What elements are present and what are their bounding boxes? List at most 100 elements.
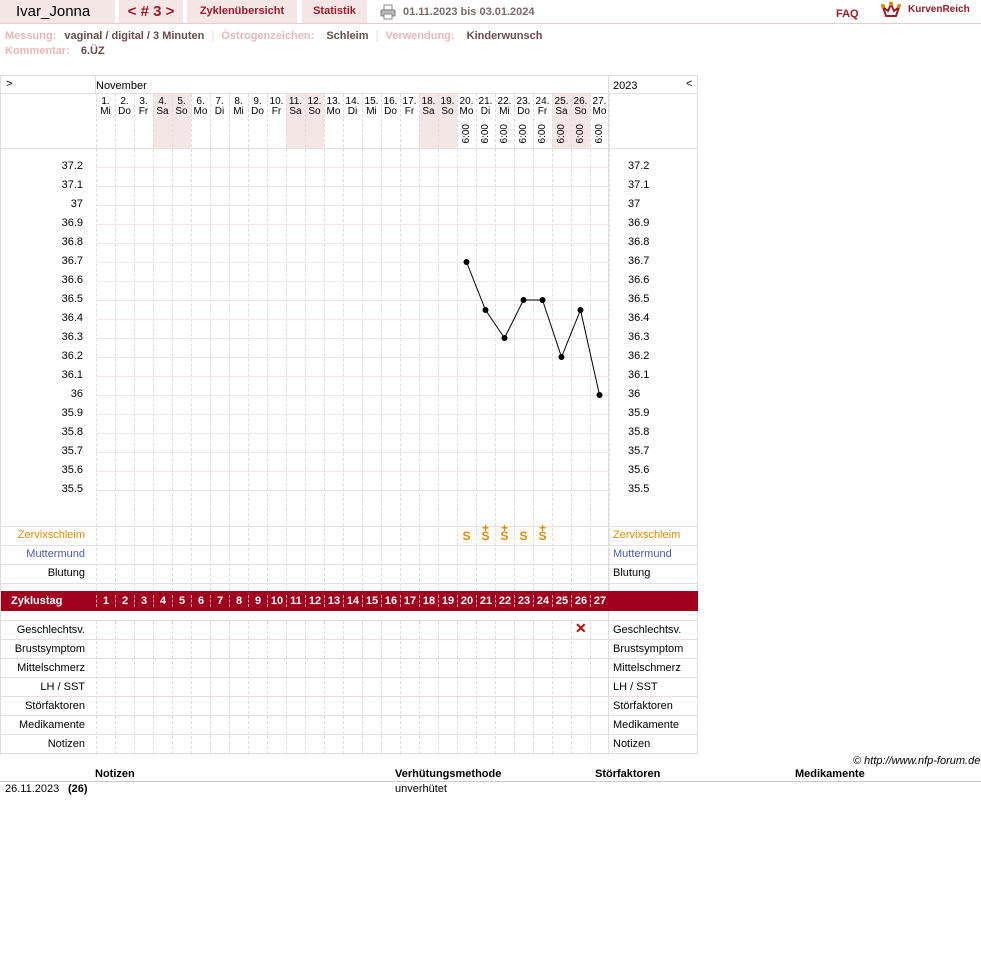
crown-icon: [880, 1, 902, 17]
measure-time: 6:00: [480, 124, 491, 144]
print-icon[interactable]: [380, 4, 396, 20]
y-tick-label-right: 36.3: [628, 331, 650, 343]
y-tick-label-right: 35.9: [628, 407, 650, 419]
cycle-day-number: 9: [248, 595, 267, 607]
cycle-day-number: 26: [571, 595, 590, 607]
verwendung-label: Verwendung:: [385, 30, 455, 42]
day-header: 5. So: [175, 96, 188, 117]
row-label-muttermund: Muttermund: [26, 548, 85, 560]
tab-statistics[interactable]: Statistik: [302, 0, 367, 23]
grid-row-line: [1, 620, 698, 621]
tab-cycle-overview[interactable]: Zyklenübersicht: [187, 0, 297, 23]
grid-column-line: [172, 94, 173, 591]
date-range: 01.11.2023 bis 03.01.2024: [403, 6, 535, 18]
grid-row-line: [1, 93, 698, 94]
temperature-gridline: [96, 433, 609, 434]
day-header: 10. Fr: [269, 96, 284, 117]
grid-row-line: [1, 526, 698, 527]
day-header: 14. Di: [345, 96, 360, 117]
temperature-gridline: [96, 471, 609, 472]
cycle-day-number: 3: [134, 595, 153, 607]
grid-column-line: [96, 94, 97, 591]
temperature-gridline: [96, 262, 609, 263]
grid-row-line: [1, 583, 698, 584]
day-header: 7. Di: [214, 96, 225, 117]
divider: [0, 781, 981, 782]
grid-column-line: [571, 94, 572, 591]
day-header: 20. Mo: [459, 96, 474, 117]
measure-time: 6:00: [499, 124, 510, 144]
y-tick-label: 36: [70, 388, 83, 400]
day-header: 13. Mo: [326, 96, 341, 117]
cycle-day-number: 5: [172, 595, 191, 607]
grid-row-line: [1, 564, 698, 565]
y-tick-label-right: 36.9: [628, 217, 650, 229]
cycle-day-number: 16: [381, 595, 400, 607]
y-tick-label: 35.9: [61, 407, 83, 419]
y-tick-label-right: 36.8: [628, 236, 650, 248]
grid-column-line: [590, 94, 591, 591]
day-header: 18. Sa: [421, 96, 436, 117]
cycle-day-number: 12: [305, 595, 324, 607]
month-label: November: [96, 80, 147, 92]
grid-column-line: [457, 94, 458, 591]
nav-next-button[interactable]: <: [686, 78, 692, 90]
temperature-point[interactable]: [482, 307, 489, 313]
y-tick-label: 36.9: [61, 217, 83, 229]
grid-column-line: [495, 94, 496, 591]
y-tick-label: 36.4: [61, 312, 83, 324]
note-date: 26.11.2023: [5, 783, 60, 795]
messung-value: vaginal / digital / 3 Minuten: [64, 30, 205, 42]
temperature-gridline: [96, 243, 609, 244]
grid-column-line: [476, 94, 477, 591]
cycle-day-number: 4: [153, 595, 172, 607]
cycle-day-number: 21: [476, 595, 495, 607]
y-tick-label: 36.2: [61, 350, 83, 362]
cycle-day-number: 19: [438, 595, 457, 607]
day-header: 6. Mo: [193, 96, 208, 117]
cycle-navigator[interactable]: < # 3 >: [119, 0, 183, 23]
brand-logo[interactable]: KurvenReich: [880, 1, 981, 21]
temperature-gridline: [96, 357, 609, 358]
measure-time: 6:00: [461, 124, 472, 144]
row-label-stoerfaktoren: Störfaktoren: [25, 700, 85, 712]
cycle-day-number: 8: [229, 595, 248, 607]
row-label-stoerfaktoren-right: Störfaktoren: [613, 700, 673, 712]
measure-time: 6:00: [556, 124, 567, 144]
faq-link[interactable]: FAQ: [836, 8, 859, 20]
nav-prev-button[interactable]: >: [6, 78, 12, 90]
temperature-gridline: [96, 376, 609, 377]
y-tick-label-right: 36.4: [628, 312, 650, 324]
cycle-day-number: 7: [210, 595, 229, 607]
right-panel-divider: [608, 76, 609, 755]
col-header-notizen: Notizen: [95, 768, 135, 780]
grid-column-line: [438, 94, 439, 591]
day-header: 4. Sa: [156, 96, 169, 117]
grid-column-line: [191, 94, 192, 591]
grid-column-line: [286, 94, 287, 591]
kommentar-value: 6.ÜZ: [80, 45, 105, 57]
y-tick-label: 35.8: [61, 426, 83, 438]
y-tick-label-right: 36.6: [628, 274, 650, 286]
y-tick-label: 37: [70, 198, 83, 210]
row-label-geschlechtsverkehr: Geschlechtsv.: [16, 624, 85, 636]
day-header: 1. Mi: [100, 96, 111, 117]
day-header: 3. Fr: [138, 96, 149, 117]
grid-row-line: [1, 734, 698, 735]
cycle-day-number: 27: [590, 595, 609, 607]
grid-column-line: [134, 94, 135, 591]
cycle-day-number: 18: [419, 595, 438, 607]
intercourse-mark: ✕: [575, 620, 587, 636]
temperature-point[interactable]: [577, 307, 584, 313]
note-verhuetung: unverhütet: [395, 783, 447, 795]
copyright[interactable]: © http://www.nfp-forum.de: [853, 755, 980, 767]
measure-time: 6:00: [537, 124, 548, 144]
y-tick-label-right: 35.7: [628, 445, 650, 457]
temperature-gridline: [96, 186, 609, 187]
row-label-geschlechtsverkehr-right: Geschlechtsv.: [613, 624, 682, 636]
oestrogen-label: Östrogenzeichen:: [221, 30, 315, 42]
temperature-gridline: [96, 167, 609, 168]
cycle-day-number: 2: [115, 595, 134, 607]
grid-column-line: [153, 94, 154, 591]
day-header: 12. So: [307, 96, 322, 117]
